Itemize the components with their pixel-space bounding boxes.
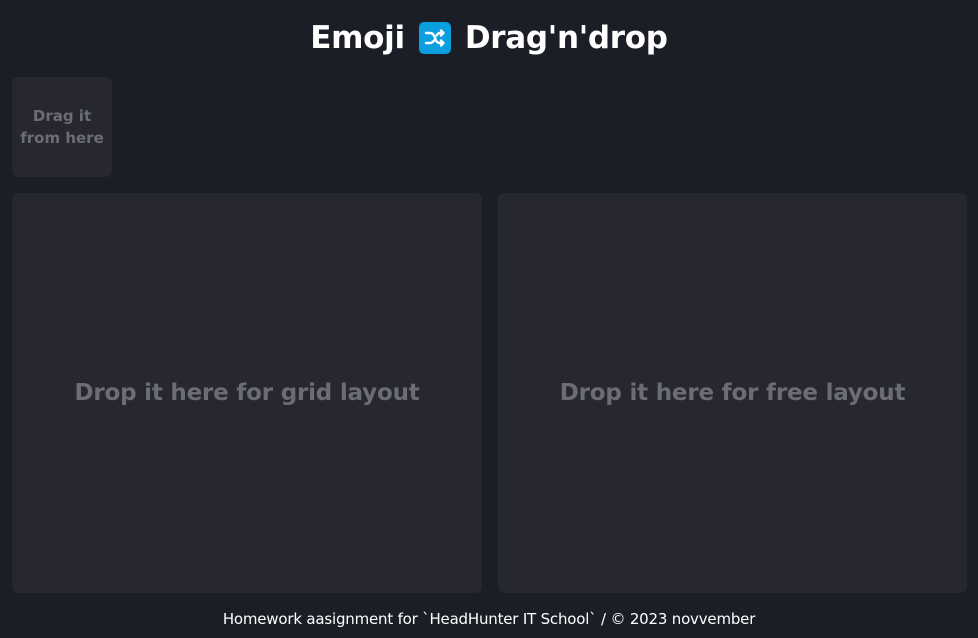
title-emoji-text: Emoji bbox=[310, 20, 405, 56]
drag-source-label: Drag it from here bbox=[20, 107, 104, 147]
grid-drop-zone-label: Drop it here for grid layout bbox=[74, 380, 420, 406]
free-drop-zone-label: Drop it here for free layout bbox=[559, 380, 906, 406]
footer-text: Homework aasignment for `HeadHunter IT S… bbox=[222, 610, 756, 628]
title-dragndrop-text: Drag'n'drop bbox=[464, 20, 668, 56]
page-title: Emoji Drag'n'drop bbox=[0, 16, 978, 60]
drag-source-tile[interactable]: Drag it from here bbox=[12, 77, 112, 177]
shuffle-icon bbox=[418, 22, 451, 54]
grid-layout-drop-zone[interactable]: Drop it here for grid layout bbox=[12, 193, 482, 593]
free-layout-drop-zone[interactable]: Drop it here for free layout bbox=[498, 193, 967, 593]
